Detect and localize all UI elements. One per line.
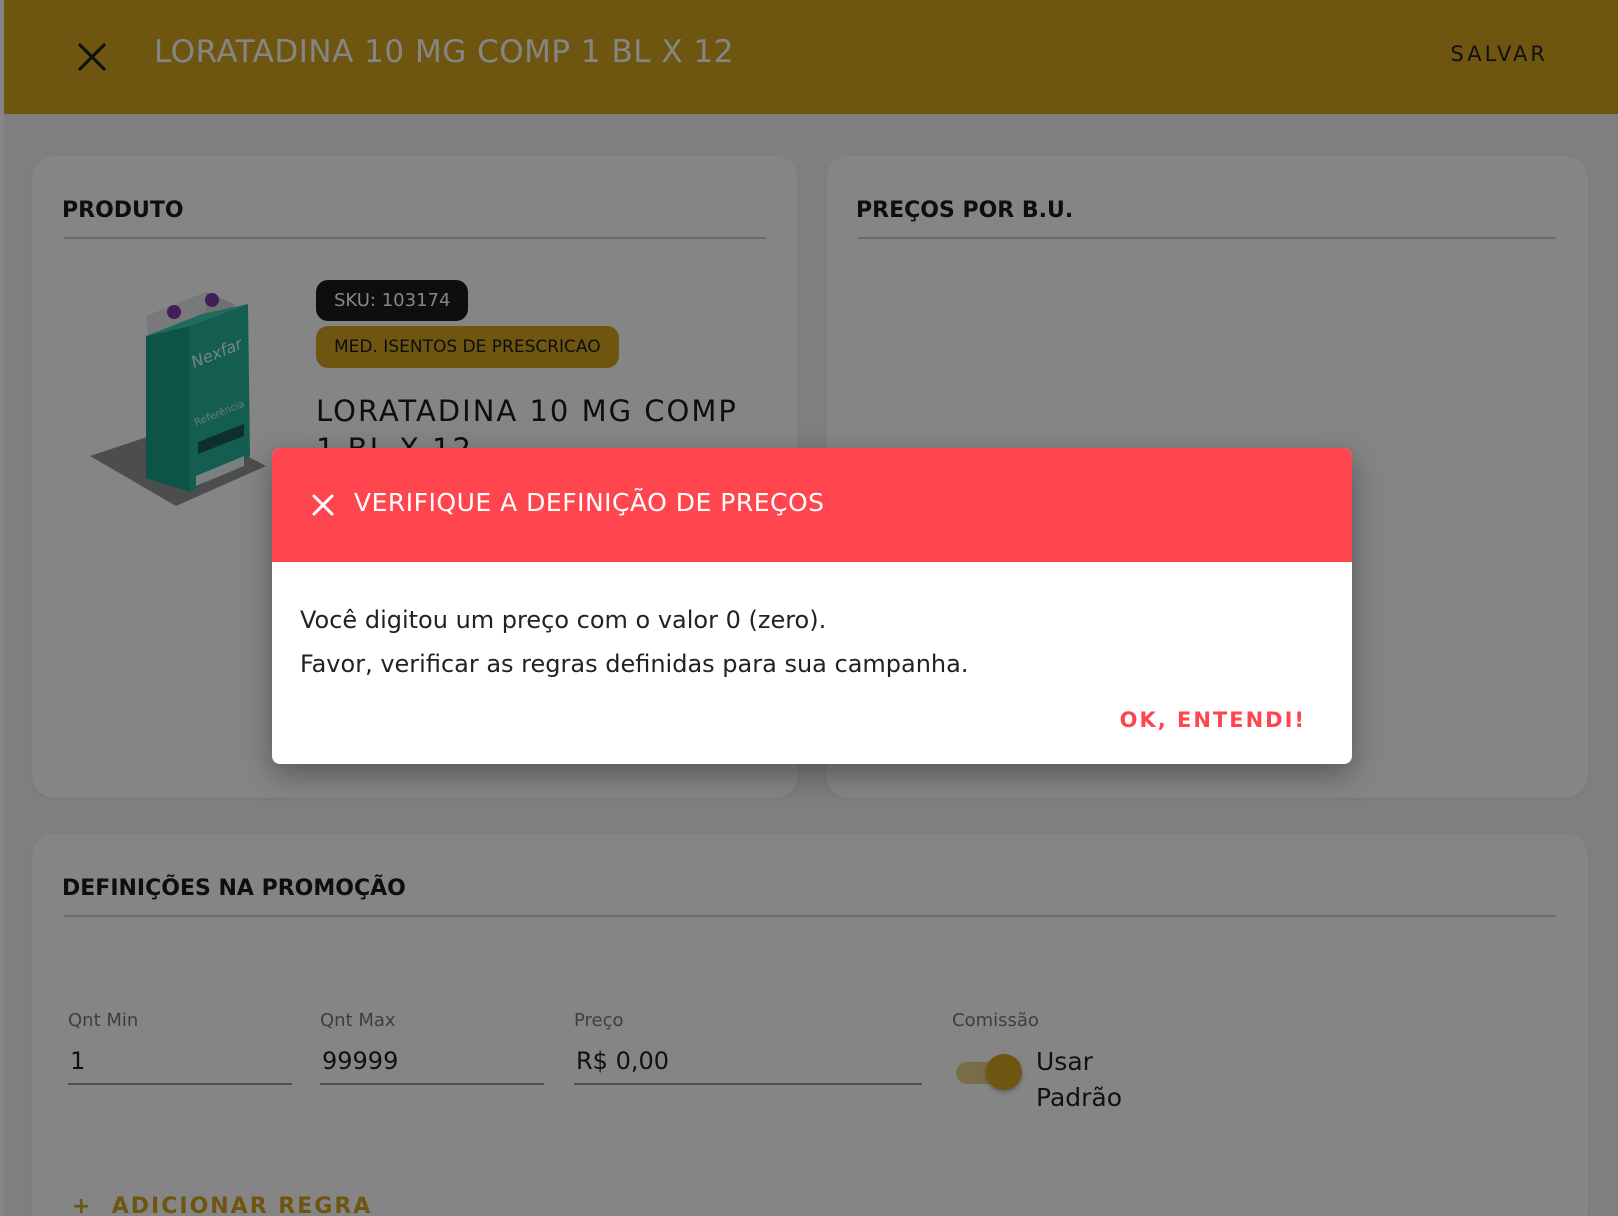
alert-dialog-title: VERIFIQUE A DEFINIÇÃO DE PREÇOS xyxy=(354,488,825,517)
alert-message-line-1: Você digitou um preço com o valor 0 (zer… xyxy=(300,606,827,634)
alert-dialog-message: Você digitou um preço com o valor 0 (zer… xyxy=(300,598,968,686)
alert-dialog-header: VERIFIQUE A DEFINIÇÃO DE PREÇOS xyxy=(272,448,1352,562)
alert-dialog: VERIFIQUE A DEFINIÇÃO DE PREÇOS Você dig… xyxy=(272,448,1352,764)
alert-message-line-2: Favor, verificar as regras definidas par… xyxy=(300,650,969,678)
close-icon[interactable] xyxy=(310,492,336,518)
ok-button[interactable]: OK, ENTENDI! xyxy=(1120,708,1306,732)
